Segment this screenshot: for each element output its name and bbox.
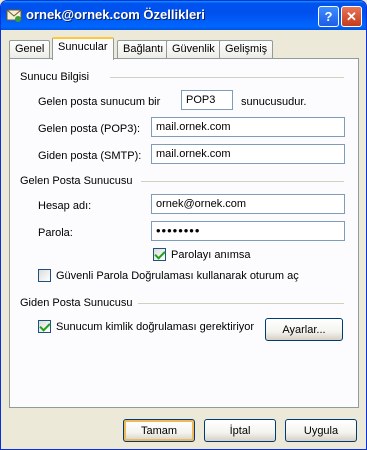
remember-password-checkbox[interactable]: Parolayı anımsa: [153, 248, 250, 261]
tab-sunucular[interactable]: Sunucular: [52, 37, 114, 60]
divider: [110, 77, 344, 78]
apply-button[interactable]: Uygula: [285, 419, 357, 442]
divider: [138, 303, 344, 304]
account-name-label: Hesap adı:: [38, 200, 92, 212]
smtp-auth-label: Sunucum kimlik doğrulaması gerektiriyor: [56, 320, 255, 333]
divider: [141, 181, 344, 182]
ok-button[interactable]: Tamam: [123, 419, 195, 442]
checkbox-icon[interactable]: [153, 248, 166, 261]
tab-guvenlik[interactable]: Güvenlik: [166, 40, 221, 59]
window-title: ornek@ornek.com Özellikleri: [26, 7, 205, 22]
checkbox-icon[interactable]: [38, 320, 51, 333]
tab-baglanti[interactable]: Bağlantı: [117, 40, 170, 59]
cancel-button[interactable]: İptal: [204, 419, 276, 442]
password-label: Parola:: [38, 227, 73, 239]
password-field[interactable]: ••••••••: [151, 221, 345, 241]
tab-panel: Sunucu Bilgisi Gelen posta sunucum bir P…: [9, 58, 359, 408]
incoming-server-heading: Gelen Posta Sunucusu: [20, 175, 133, 187]
tab-genel[interactable]: Genel: [9, 40, 51, 59]
incoming-server-field[interactable]: mail.ornek.com: [151, 117, 345, 137]
incoming-server-label: Gelen posta (POP3):: [38, 123, 141, 135]
outgoing-server-field[interactable]: mail.ornek.com: [151, 144, 345, 164]
title-bar[interactable]: ornek@ornek.com Özellikleri ? ✕: [1, 1, 366, 30]
mail-account-icon: [6, 9, 22, 22]
help-button[interactable]: ?: [318, 6, 339, 27]
account-name-field[interactable]: ornek@ornek.com: [151, 194, 345, 214]
incoming-type-prefix: Gelen posta sunucum bir: [38, 96, 161, 108]
incoming-server-type[interactable]: POP3: [181, 90, 233, 110]
remember-password-label: Parolayı anımsa: [171, 248, 251, 261]
settings-button[interactable]: Ayarlar...: [265, 318, 343, 341]
outgoing-server-heading: Giden Posta Sunucusu: [20, 297, 133, 309]
spa-login-label: Güvenli Parola Doğrulaması kullanarak ot…: [56, 269, 299, 282]
smtp-auth-checkbox[interactable]: Sunucum kimlik doğrulaması gerektiriyor: [38, 320, 254, 333]
tab-gelismis[interactable]: Gelişmiş: [219, 40, 274, 59]
server-info-heading: Sunucu Bilgisi: [20, 71, 90, 83]
spa-login-checkbox[interactable]: Güvenli Parola Doğrulaması kullanarak ot…: [38, 269, 299, 282]
properties-dialog: ornek@ornek.com Özellikleri ? ✕ Genel Su…: [0, 0, 367, 450]
checkbox-icon[interactable]: [38, 269, 51, 282]
close-button[interactable]: ✕: [341, 6, 362, 27]
incoming-type-suffix: sunucusudur.: [241, 96, 307, 108]
outgoing-server-label: Giden posta (SMTP):: [38, 150, 142, 162]
